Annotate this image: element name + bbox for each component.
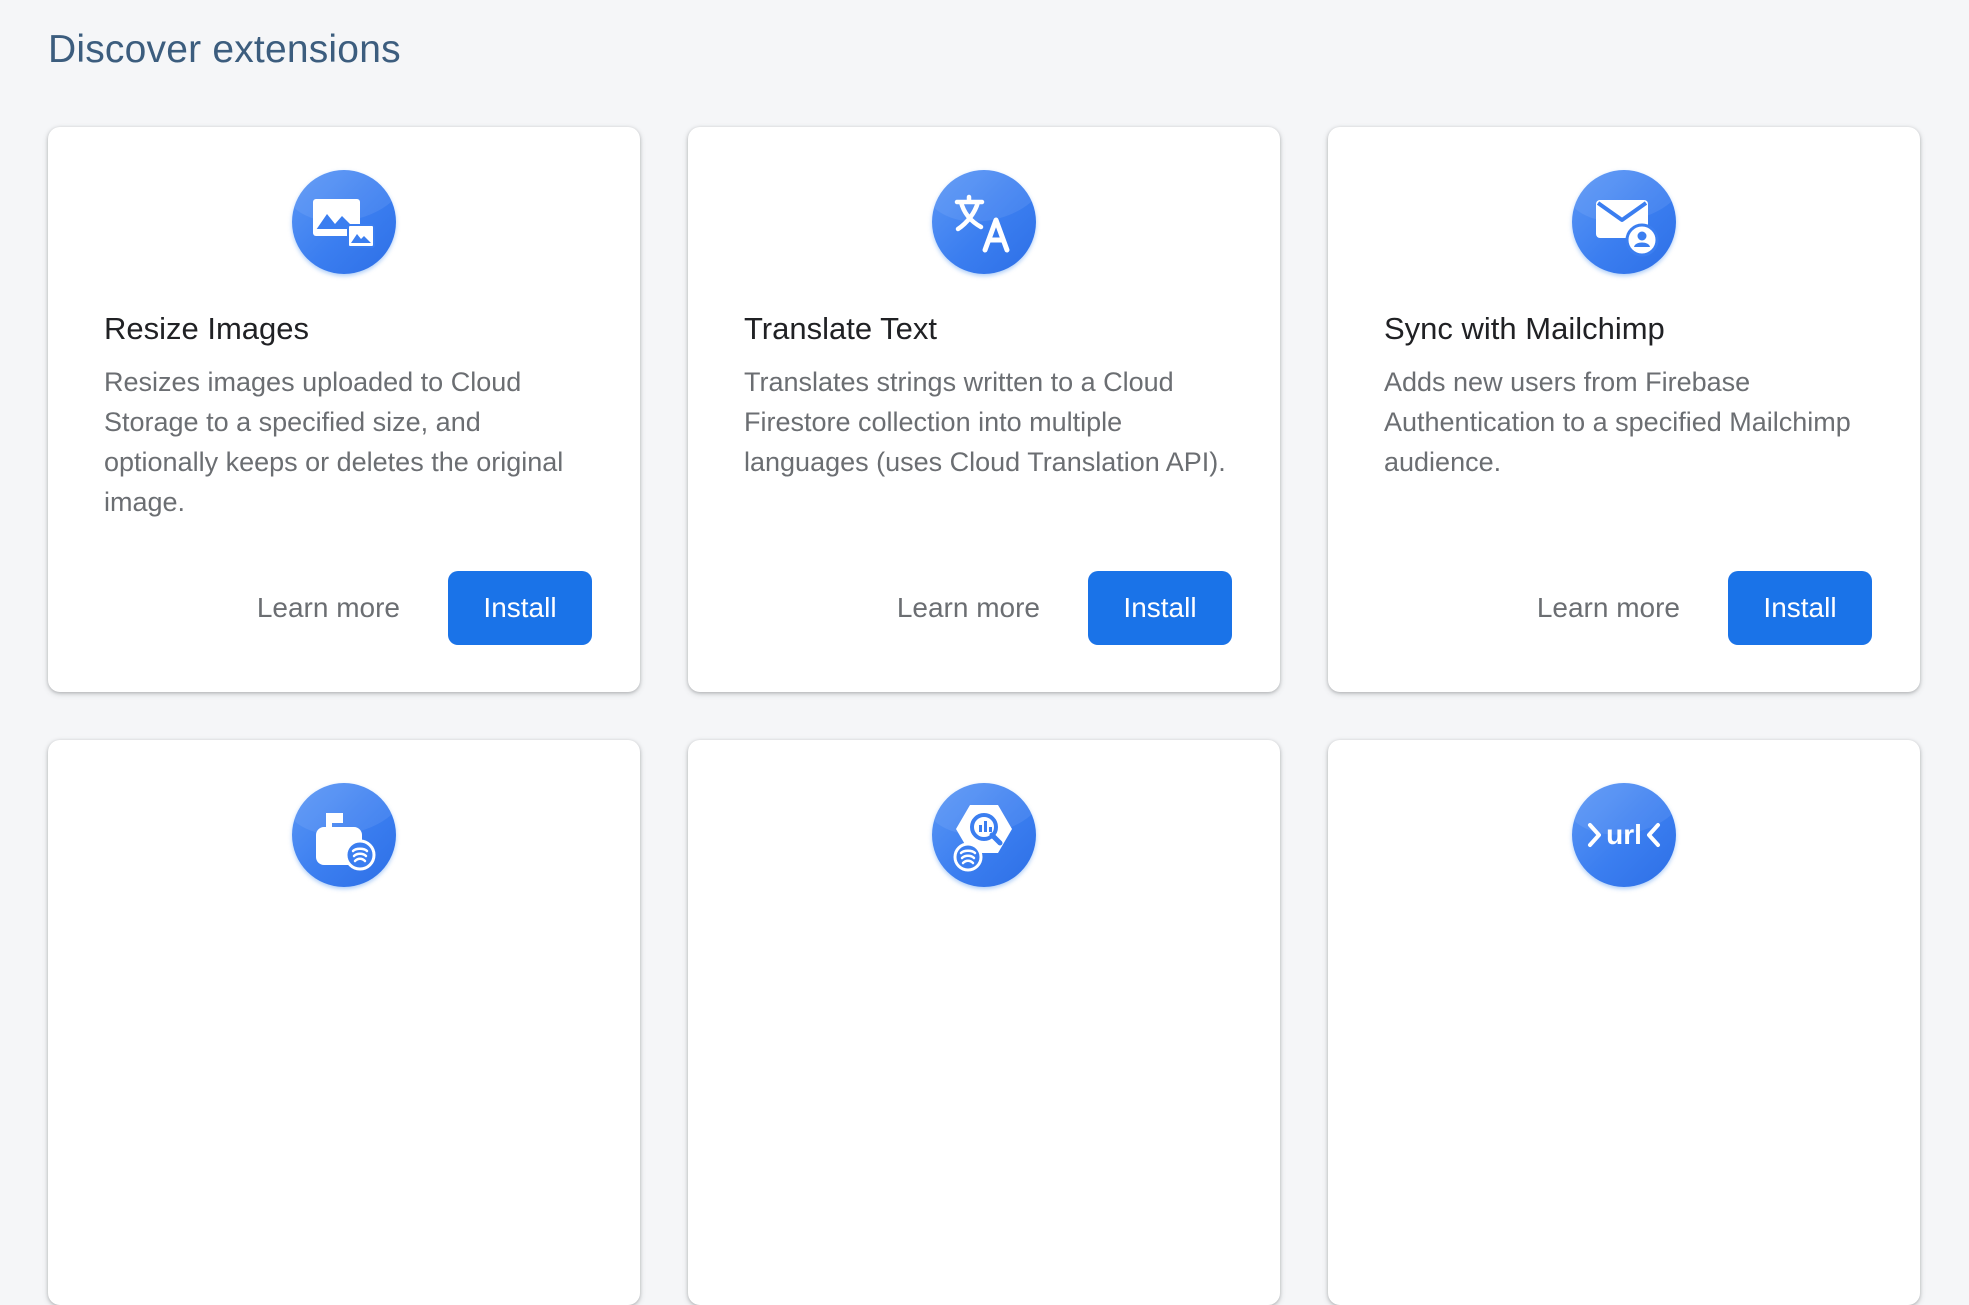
- extension-card-translate-text: Translate Text Translates strings writte…: [688, 127, 1280, 692]
- svg-text:url: url: [1606, 819, 1642, 850]
- install-button[interactable]: Install: [1728, 571, 1872, 645]
- card-title: Translate Text: [744, 311, 937, 346]
- url-shortener-icon: url: [1572, 783, 1676, 887]
- card-actions: Learn more Install: [257, 571, 592, 645]
- mail-user-icon: [1572, 170, 1676, 274]
- install-button[interactable]: Install: [448, 571, 592, 645]
- extension-card-sync-mailchimp: Sync with Mailchimp Adds new users from …: [1328, 127, 1920, 692]
- mailbox-firebase-icon: [292, 783, 396, 887]
- card-description: Translates strings written to a Cloud Fi…: [744, 367, 1226, 477]
- card-actions: Learn more Install: [897, 571, 1232, 645]
- learn-more-button[interactable]: Learn more: [257, 592, 400, 624]
- install-button[interactable]: Install: [1088, 571, 1232, 645]
- extensions-grid: Resize Images Resizes images uploaded to…: [48, 127, 1920, 1305]
- extension-card: [48, 740, 640, 1305]
- learn-more-button[interactable]: Learn more: [897, 592, 1040, 624]
- card-title: Sync with Mailchimp: [1384, 311, 1665, 346]
- translate-icon: [932, 170, 1036, 274]
- learn-more-button[interactable]: Learn more: [1537, 592, 1680, 624]
- image-resize-icon: [292, 170, 396, 274]
- page-title: Discover extensions: [48, 28, 401, 71]
- card-title: Resize Images: [104, 311, 310, 346]
- extension-card: url: [1328, 740, 1920, 1305]
- card-actions: Learn more Install: [1537, 571, 1872, 645]
- bigquery-firebase-icon: [932, 783, 1036, 887]
- extension-card: [688, 740, 1280, 1305]
- card-description: Resizes images uploaded to Cloud Storage…: [104, 367, 564, 517]
- card-description: Adds new users from Firebase Authenticat…: [1384, 367, 1851, 477]
- extension-card-resize-images: Resize Images Resizes images uploaded to…: [48, 127, 640, 692]
